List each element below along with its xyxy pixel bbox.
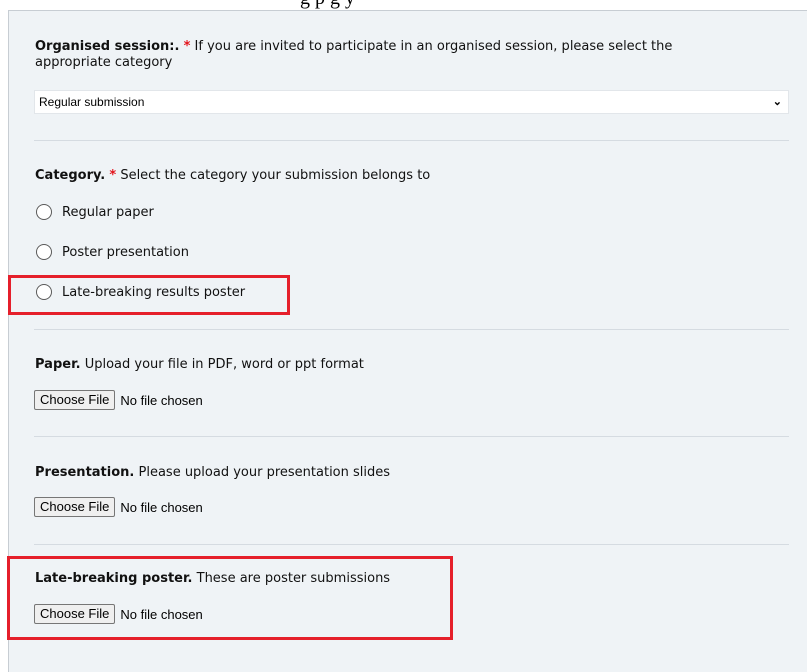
radio-button-icon[interactable] [36, 244, 52, 260]
required-star: * [109, 168, 117, 183]
section-divider [34, 544, 789, 545]
organised-session-description-line2: appropriate category [35, 55, 173, 70]
section-divider [34, 436, 789, 437]
radio-label: Regular paper [62, 204, 154, 220]
paper-choose-file-button[interactable]: Choose File [34, 390, 116, 410]
radio-button-icon[interactable] [36, 204, 52, 220]
organised-session-description: If you are invited to participate in an … [194, 39, 673, 54]
top-cropped-strip: g p g y [0, 0, 807, 10]
paper-file-status: No file chosen [120, 392, 203, 408]
presentation-label: Presentation. Please upload your present… [35, 465, 390, 481]
radio-option-poster-presentation[interactable]: Poster presentation [36, 242, 189, 262]
presentation-description: Please upload your presentation slides [138, 465, 391, 480]
organised-session-select[interactable]: Regular submission ⌄ [34, 90, 789, 114]
highlight-box-late-breaking-poster [7, 556, 453, 640]
section-divider [34, 140, 789, 141]
presentation-file-input[interactable]: Choose File No file chosen [34, 496, 203, 518]
required-star: * [183, 39, 191, 54]
category-title: Category. [35, 168, 106, 183]
chevron-down-icon: ⌄ [772, 96, 782, 108]
paper-label: Paper. Upload your file in PDF, word or … [35, 357, 364, 373]
organised-session-title: Organised session:. [35, 39, 180, 54]
cropped-heading-text: g p g y [300, 0, 355, 10]
presentation-file-status: No file chosen [120, 499, 203, 515]
organised-session-label: Organised session:. * If you are invited… [35, 39, 795, 55]
paper-file-input[interactable]: Choose File No file chosen [34, 389, 203, 411]
presentation-title: Presentation. [35, 465, 135, 480]
paper-description: Upload your file in PDF, word or ppt for… [84, 357, 364, 372]
category-description: Select the category your submission belo… [120, 168, 431, 183]
organised-session-selected-value: Regular submission [39, 95, 145, 109]
section-divider [34, 329, 789, 330]
radio-option-regular-paper[interactable]: Regular paper [36, 202, 154, 222]
paper-title: Paper. [35, 357, 81, 372]
radio-label: Poster presentation [62, 244, 189, 260]
presentation-choose-file-button[interactable]: Choose File [34, 497, 116, 517]
category-label: Category. * Select the category your sub… [35, 168, 430, 184]
highlight-box-late-breaking-option [8, 275, 290, 315]
